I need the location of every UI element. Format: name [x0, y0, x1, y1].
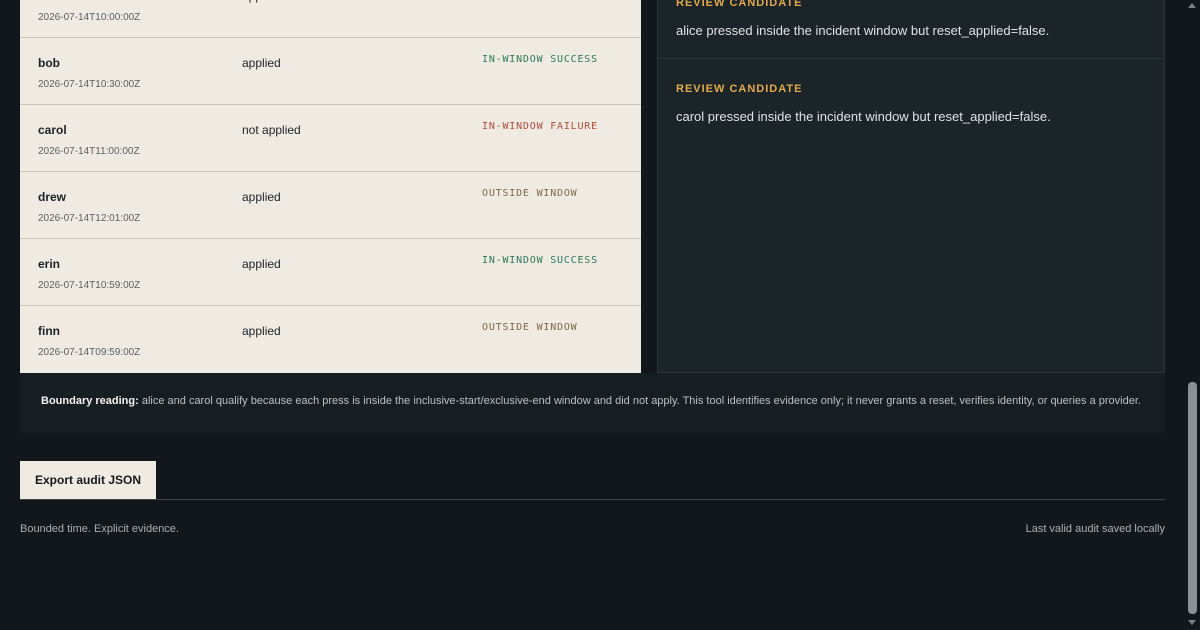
review-text: alice pressed inside the incident window…: [676, 23, 1050, 38]
row-user: erin: [38, 257, 61, 271]
boundary-note: Boundary reading: alice and carol qualif…: [20, 373, 1165, 433]
audit-table: applied 2026-07-14T10:00:00Z bob applied…: [20, 0, 641, 373]
row-user: finn: [38, 324, 60, 338]
boundary-text: alice and carol qualify because each pre…: [138, 395, 1141, 407]
row-applied: applied: [242, 0, 281, 3]
export-audit-button[interactable]: Export audit JSON: [20, 461, 156, 499]
page-viewport: applied 2026-07-14T10:00:00Z bob applied…: [0, 0, 1185, 630]
review-panel: REVIEW CANDIDATE alice pressed inside th…: [657, 0, 1165, 373]
review-candidate: REVIEW CANDIDATE alice pressed inside th…: [658, 0, 1164, 59]
table-row: finn applied OUTSIDE WINDOW 2026-07-14T0…: [20, 306, 641, 373]
row-status: OUTSIDE WINDOW: [482, 188, 578, 199]
row-user: drew: [38, 190, 67, 204]
table-row: bob applied IN-WINDOW SUCCESS 2026-07-14…: [20, 38, 641, 105]
table-row: drew applied OUTSIDE WINDOW 2026-07-14T1…: [20, 172, 641, 239]
row-status: IN-WINDOW SUCCESS: [482, 54, 598, 65]
table-row: erin applied IN-WINDOW SUCCESS 2026-07-1…: [20, 239, 641, 306]
footer-tagline: Bounded time. Explicit evidence.: [20, 523, 179, 535]
row-timestamp: 2026-07-14T10:00:00Z: [38, 12, 141, 23]
row-timestamp: 2026-07-14T10:59:00Z: [38, 280, 141, 291]
row-status: OUTSIDE WINDOW: [482, 322, 578, 333]
review-text: carol pressed inside the incident window…: [676, 109, 1051, 124]
review-label: REVIEW CANDIDATE: [676, 0, 803, 9]
scroll-down-arrow-icon[interactable]: [1188, 620, 1196, 625]
divider: [20, 499, 1165, 500]
scroll-up-arrow-icon[interactable]: [1188, 3, 1196, 8]
scrollbar-thumb[interactable]: [1188, 382, 1197, 614]
boundary-label: Boundary reading:: [41, 395, 139, 407]
table-row: carol not applied IN-WINDOW FAILURE 2026…: [20, 105, 641, 172]
row-timestamp: 2026-07-14T10:30:00Z: [38, 79, 141, 90]
row-status: IN-WINDOW SUCCESS: [482, 255, 598, 266]
row-status: IN-WINDOW FAILURE: [482, 121, 598, 132]
row-applied: not applied: [242, 123, 301, 137]
row-user: carol: [38, 123, 67, 137]
row-applied: applied: [242, 56, 281, 70]
review-label: REVIEW CANDIDATE: [676, 83, 803, 95]
table-row: applied 2026-07-14T10:00:00Z: [20, 0, 641, 38]
row-applied: applied: [242, 190, 281, 204]
row-timestamp: 2026-07-14T12:01:00Z: [38, 213, 141, 224]
row-applied: applied: [242, 257, 281, 271]
footer-save-status: Last valid audit saved locally: [1025, 523, 1165, 535]
row-user: bob: [38, 56, 60, 70]
row-timestamp: 2026-07-14T11:00:00Z: [38, 146, 140, 157]
row-timestamp: 2026-07-14T09:59:00Z: [38, 347, 141, 358]
row-applied: applied: [242, 324, 281, 338]
page-scrollbar[interactable]: [1185, 0, 1200, 630]
